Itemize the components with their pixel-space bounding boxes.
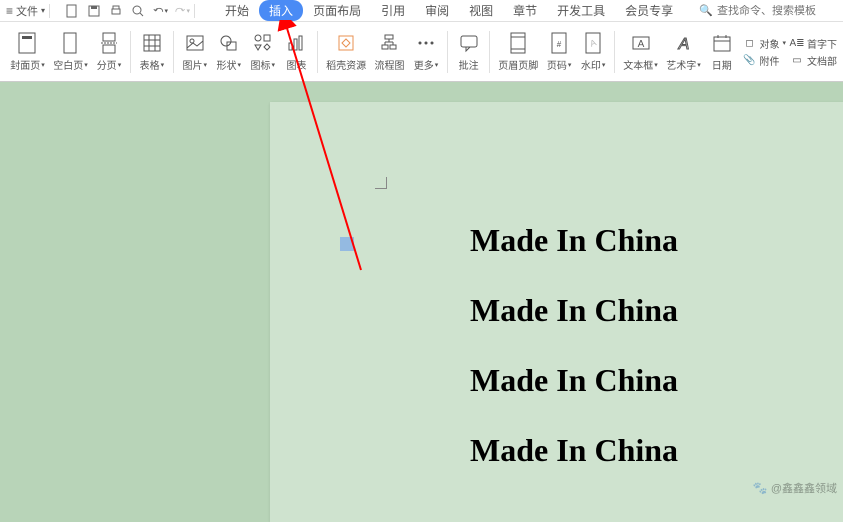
image-watermark: 🐾 @鑫鑫鑫领域 [753, 480, 837, 496]
paw-icon: 🐾 [753, 481, 768, 495]
header-footer-button[interactable]: 页眉页脚 [494, 31, 542, 72]
wordart-button[interactable]: A 艺术字▾ [662, 31, 705, 72]
watermark-button[interactable]: A 水印▾ [576, 31, 610, 72]
search-box[interactable]: 🔍 [699, 4, 837, 17]
undo-icon[interactable]: ▾ [152, 3, 168, 19]
date-icon [710, 31, 734, 55]
icons-button[interactable]: 图标▾ [246, 31, 280, 72]
wordart-icon: A [672, 31, 696, 55]
file-menu[interactable]: ≡ 文件 ▾ [6, 3, 45, 19]
ribbon: 封面页▾ 空白页▾ 分页▾ 表格▾ 图片▾ 形状▾ 图标▾ 图表 稻壳资源 流程… [0, 22, 843, 82]
docpart-icon: ▭ [790, 53, 804, 67]
quick-access-toolbar: ▾ ▾ [64, 3, 190, 19]
print-icon[interactable] [108, 3, 124, 19]
document-text-line[interactable]: Made In China [470, 432, 678, 469]
header-footer-icon [506, 31, 530, 55]
tab-review[interactable]: 审阅 [415, 0, 459, 22]
picture-icon [183, 31, 207, 55]
separator [614, 31, 615, 73]
page-break-button[interactable]: 分页▾ [92, 31, 126, 72]
comment-button[interactable]: 批注 [452, 31, 486, 72]
date-button[interactable]: 日期 [705, 31, 739, 72]
chart-icon [284, 31, 308, 55]
dropcap-button[interactable]: A≣首字下 [790, 36, 837, 51]
preview-icon[interactable] [130, 3, 146, 19]
separator [194, 4, 195, 18]
textbox-button[interactable]: A 文本框▾ [619, 31, 662, 72]
svg-text:A: A [677, 36, 689, 53]
separator [489, 31, 490, 73]
chart-button[interactable]: 图表 [280, 31, 314, 72]
watermark-icon: A [581, 31, 605, 55]
cover-page-icon [15, 31, 39, 55]
resource-icon [334, 31, 358, 55]
separator [130, 31, 131, 73]
table-icon [140, 31, 164, 55]
shape-icon [217, 31, 241, 55]
paragraph-anchor-icon [340, 237, 354, 251]
more-icon [414, 31, 438, 55]
tab-developer[interactable]: 开发工具 [547, 0, 615, 22]
svg-text:A: A [589, 37, 598, 48]
blank-page-button[interactable]: 空白页▾ [49, 31, 92, 72]
chevron-down-icon: ▾ [41, 6, 45, 15]
save-icon[interactable] [86, 3, 102, 19]
tab-references[interactable]: 引用 [371, 0, 415, 22]
attachment-icon: 📎 [743, 53, 757, 67]
dropcap-icon: A≣ [790, 36, 804, 50]
tab-vip[interactable]: 会员专享 [615, 0, 683, 22]
document-text-line[interactable]: Made In China [470, 362, 678, 399]
separator [317, 31, 318, 73]
icons-icon [251, 31, 275, 55]
document-text-line[interactable]: Made In China [470, 222, 678, 259]
ribbon-right-column: ◻对象▾ 📎附件 [743, 36, 787, 68]
object-icon: ◻ [743, 36, 757, 50]
new-doc-icon[interactable] [64, 3, 80, 19]
docpart-button[interactable]: ▭文档部 [790, 53, 837, 68]
tab-sections[interactable]: 章节 [503, 0, 547, 22]
attachment-button[interactable]: 📎附件 [743, 53, 787, 68]
separator [49, 4, 50, 18]
textbox-icon: A [629, 31, 653, 55]
svg-text:A: A [637, 39, 644, 50]
picture-button[interactable]: 图片▾ [178, 31, 212, 72]
comment-icon [457, 31, 481, 55]
hamburger-icon: ≡ [6, 4, 13, 18]
search-input[interactable] [717, 5, 837, 17]
svg-text:#: # [557, 40, 562, 49]
flowchart-icon [377, 31, 401, 55]
more-button[interactable]: 更多▾ [409, 31, 443, 72]
document-area[interactable]: Made In China Made In China Made In Chin… [0, 82, 843, 500]
margin-corner-mark [375, 177, 387, 189]
object-button[interactable]: ◻对象▾ [743, 36, 787, 51]
redo-icon[interactable]: ▾ [174, 3, 190, 19]
document-text-line[interactable]: Made In China [470, 292, 678, 329]
tab-insert[interactable]: 插入 [259, 0, 303, 21]
title-bar: ≡ 文件 ▾ ▾ ▾ 开始 插入 页面布局 引用 审阅 视图 章节 开发工具 会… [0, 0, 843, 22]
tab-view[interactable]: 视图 [459, 0, 503, 22]
ribbon-right-column-2: A≣首字下 ▭文档部 [790, 36, 837, 68]
separator [447, 31, 448, 73]
ribbon-tabs: 开始 插入 页面布局 引用 审阅 视图 章节 开发工具 会员专享 [215, 0, 683, 22]
document-page[interactable]: Made In China Made In China Made In Chin… [270, 102, 843, 522]
flowchart-button[interactable]: 流程图 [370, 31, 409, 72]
file-menu-label: 文件 [16, 3, 38, 19]
shape-button[interactable]: 形状▾ [212, 31, 246, 72]
search-icon: 🔍 [699, 4, 713, 17]
tab-layout[interactable]: 页面布局 [303, 0, 371, 22]
tab-start[interactable]: 开始 [215, 0, 259, 22]
separator [173, 31, 174, 73]
blank-page-icon [58, 31, 82, 55]
page-number-button[interactable]: # 页码▾ [542, 31, 576, 72]
cover-page-button[interactable]: 封面页▾ [6, 31, 49, 72]
page-break-icon [97, 31, 121, 55]
page-number-icon: # [547, 31, 571, 55]
table-button[interactable]: 表格▾ [135, 31, 169, 72]
resource-button[interactable]: 稻壳资源 [322, 31, 370, 72]
